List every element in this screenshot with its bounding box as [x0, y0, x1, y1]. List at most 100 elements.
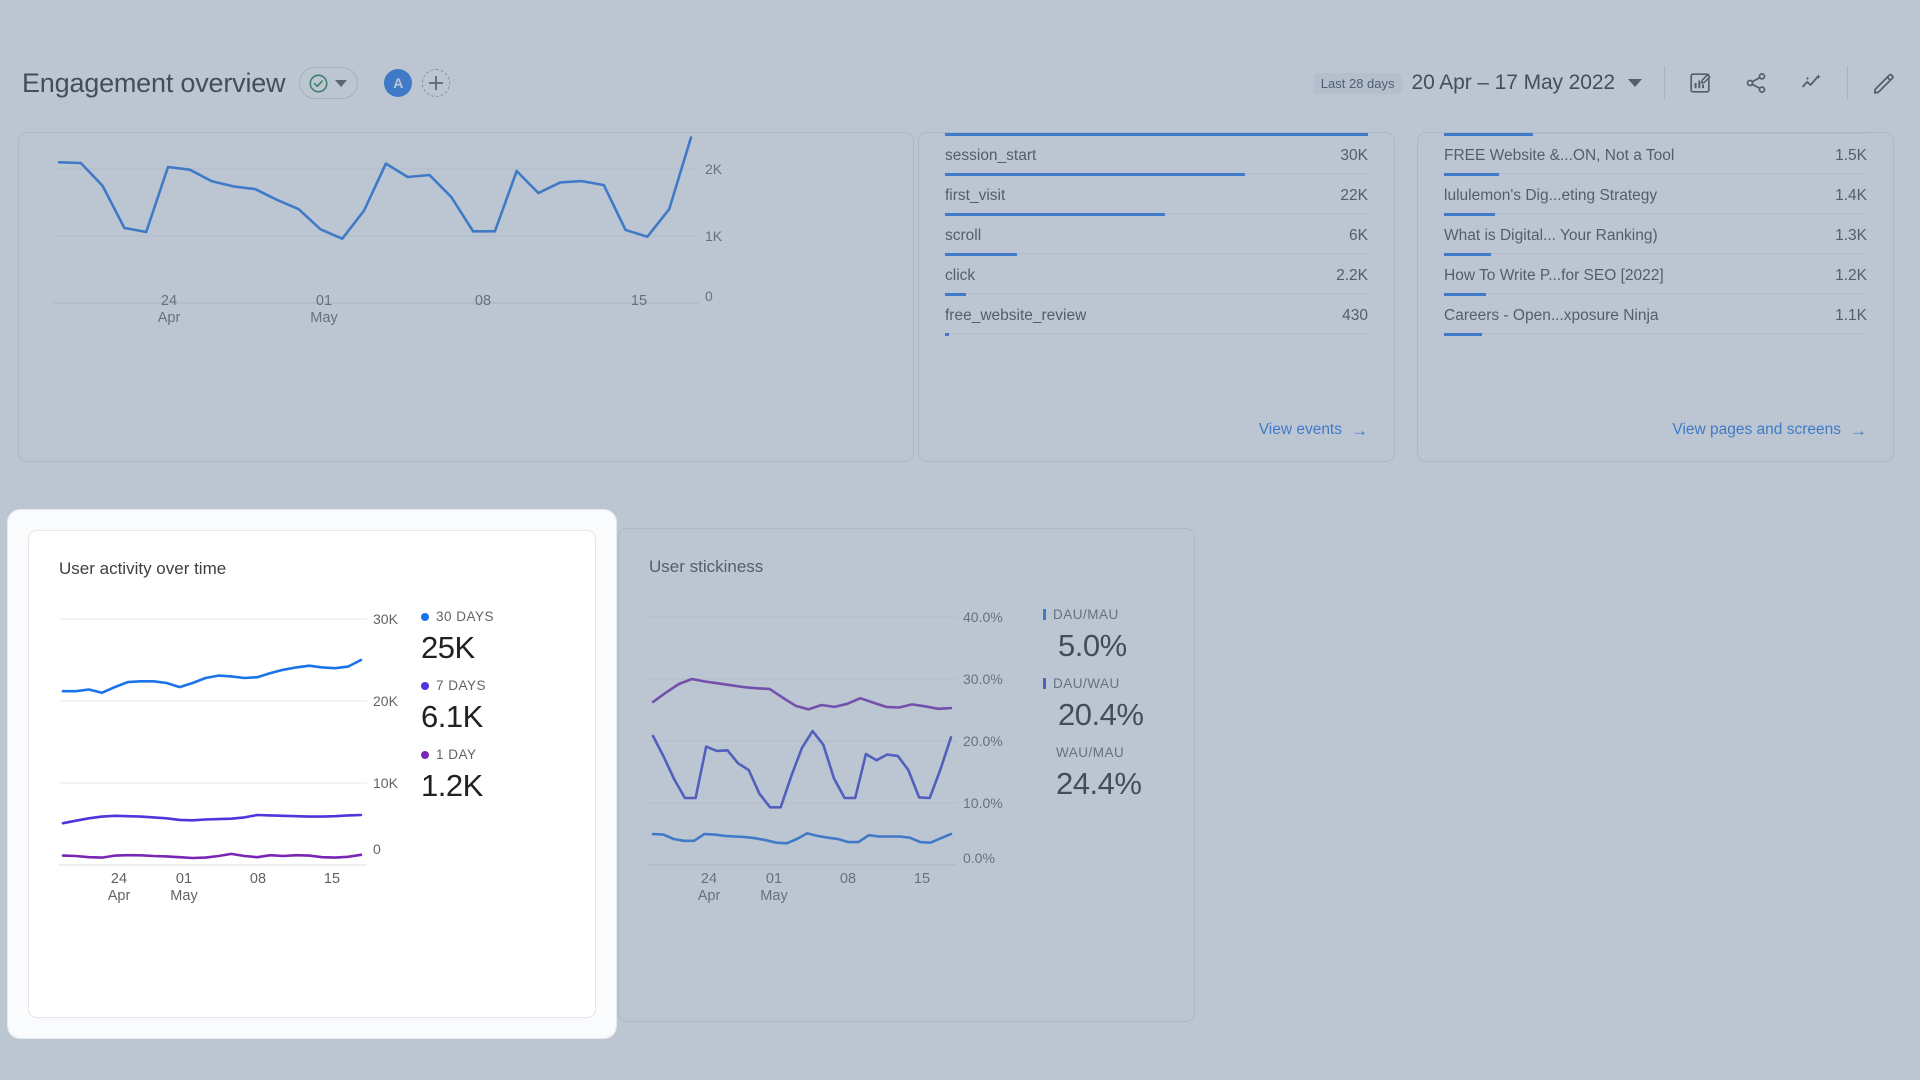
row-value: 1.4K — [1835, 187, 1867, 213]
legend-dot-icon — [421, 751, 429, 759]
row-divider — [945, 293, 1368, 294]
arrow-right-icon: → — [1351, 422, 1368, 439]
legend-label: 7 DAYS — [436, 678, 486, 693]
row-progress-bar — [945, 173, 1245, 176]
stickiness-legend-dau-mau[interactable]: DAU/MAU 5.0% — [1043, 607, 1127, 664]
card-user-activity-hover-frame: User activity over time 30K 20K 10K 0 24… — [8, 510, 616, 1038]
row-progress-bar — [945, 333, 949, 336]
card-pages-and-screens[interactable]: FREE Website &...ON, Not a Tool1.5Klulul… — [1417, 132, 1894, 462]
page-title: Engagement overview — [22, 68, 285, 99]
stickiness-ytick-0: 0.0% — [963, 850, 1023, 866]
legend-label: DAU/WAU — [1053, 676, 1120, 691]
legend-value: 20.4% — [1058, 697, 1143, 733]
row-divider — [1444, 213, 1867, 214]
activity-ytick-30k: 30K — [373, 611, 413, 627]
view-pages-link[interactable]: View pages and screens → — [1672, 421, 1867, 439]
stickiness-legend-dau-wau[interactable]: DAU/WAU 20.4% — [1043, 676, 1143, 733]
table-row[interactable]: How To Write P...for SEO [2022] 1.2K — [1444, 253, 1867, 293]
card-engagement-overview-chart[interactable]: 2K 1K 0 24Apr 01May 08 15 — [18, 132, 914, 462]
events-list: session_start30Kfirst_visit22Kscroll6Kcl… — [945, 133, 1368, 373]
view-events-label: View events — [1259, 421, 1342, 439]
arrow-right-icon: → — [1850, 422, 1867, 439]
avatar[interactable]: A — [384, 69, 412, 97]
row-value: 2.2K — [1336, 267, 1368, 293]
divider — [1847, 66, 1848, 100]
check-circle-icon — [308, 73, 329, 94]
card-user-activity[interactable]: User activity over time 30K 20K 10K 0 24… — [28, 530, 596, 1018]
table-row[interactable]: What is Digital... Your Ranking)1.3K — [1444, 213, 1867, 253]
legend-head: 7 DAYS — [421, 678, 486, 693]
row-value: 1.1K — [1835, 307, 1867, 333]
chevron-down-icon[interactable] — [335, 80, 347, 87]
row-progress-bar — [1444, 293, 1486, 296]
row-label: session_start — [945, 147, 1036, 173]
legend-value: 25K — [421, 630, 494, 666]
row-divider — [1444, 333, 1867, 334]
row-progress-bar — [1444, 133, 1533, 136]
row-divider — [1444, 253, 1867, 254]
overview-xtick-3: 15 — [609, 293, 669, 310]
view-events-link[interactable]: View events → — [1259, 421, 1368, 439]
activity-ytick-10k: 10K — [373, 775, 413, 791]
activity-ytick-0: 0 — [373, 841, 413, 857]
row-label: lululemon's Dig...eting Strategy — [1444, 187, 1657, 213]
legend-label: DAU/MAU — [1053, 607, 1119, 622]
activity-xtick-1: 01May — [154, 871, 214, 905]
insights-icon[interactable] — [1795, 66, 1829, 100]
row-value: 430 — [1342, 307, 1368, 333]
row-label: scroll — [945, 227, 981, 253]
activity-legend-7days[interactable]: 7 DAYS 6.1K — [421, 678, 486, 735]
chart-edit-icon[interactable] — [1683, 66, 1717, 100]
row-progress-bar — [945, 213, 1165, 216]
share-icon[interactable] — [1739, 66, 1773, 100]
overview-ytick-0: 0 — [705, 288, 745, 304]
activity-legend-1day[interactable]: 1 DAY 1.2K — [421, 747, 483, 804]
add-user-button[interactable] — [422, 69, 450, 97]
row-value: 1.3K — [1835, 227, 1867, 253]
legend-head: DAU/WAU — [1043, 676, 1143, 691]
data-status-chip[interactable] — [299, 67, 358, 99]
table-row[interactable]: scroll6K — [945, 213, 1368, 253]
legend-dot-icon — [421, 682, 429, 690]
pages-list: FREE Website &...ON, Not a Tool1.5Klulul… — [1444, 133, 1867, 373]
row-label: How To Write P...for SEO [2022] — [1444, 267, 1664, 293]
card-events[interactable]: session_start30Kfirst_visit22Kscroll6Kcl… — [918, 132, 1395, 462]
row-progress-bar — [1444, 333, 1482, 336]
activity-xtick-0: 24Apr — [89, 871, 149, 905]
legend-label: WAU/MAU — [1056, 745, 1124, 760]
user-activity-chart-svg — [29, 531, 597, 1019]
table-row[interactable]: Careers - Open...xposure Ninja 1.1K — [1444, 293, 1867, 333]
legend-value: 24.4% — [1056, 766, 1141, 802]
chevron-down-icon[interactable] — [1628, 79, 1642, 87]
table-row[interactable]: FREE Website &...ON, Not a Tool1.5K — [1444, 133, 1867, 173]
table-row[interactable] — [945, 333, 1368, 373]
legend-head: WAU/MAU — [1056, 745, 1141, 760]
legend-dot-icon — [421, 613, 429, 621]
table-row[interactable]: session_start30K — [945, 133, 1368, 173]
table-row[interactable]: free_website_review430 — [945, 293, 1368, 333]
table-row[interactable] — [1444, 333, 1867, 373]
stickiness-xtick-2: 08 — [818, 871, 878, 888]
divider — [1664, 66, 1665, 100]
legend-label: 1 DAY — [436, 747, 477, 762]
stickiness-xtick-3: 15 — [892, 871, 952, 888]
activity-legend-30days[interactable]: 30 DAYS 25K — [421, 609, 494, 666]
table-row[interactable]: first_visit22K — [945, 173, 1368, 213]
legend-value: 5.0% — [1058, 628, 1127, 664]
stickiness-legend-wau-mau[interactable]: WAU/MAU 24.4% — [1056, 745, 1141, 802]
view-pages-label: View pages and screens — [1672, 421, 1841, 439]
activity-xtick-3: 15 — [302, 871, 362, 888]
table-row[interactable]: click2.2K — [945, 253, 1368, 293]
card-user-stickiness[interactable]: User stickiness 40.0% 30.0% 20.0% 10.0% … — [618, 528, 1195, 1022]
dashboard-content: 2K 1K 0 24Apr 01May 08 15 session_start3… — [0, 114, 1920, 1080]
row-value: 1.2K — [1835, 267, 1867, 293]
row-progress-bar — [1444, 213, 1495, 216]
activity-ytick-20k: 20K — [373, 693, 413, 709]
table-row[interactable]: lululemon's Dig...eting Strategy 1.4K — [1444, 173, 1867, 213]
page-header: Engagement overview A Last 28 days 20 Ap… — [0, 52, 1920, 114]
avatar-initial: A — [393, 75, 403, 91]
date-range-value[interactable]: 20 Apr – 17 May 2022 — [1412, 71, 1615, 95]
row-label: Careers - Open...xposure Ninja — [1444, 307, 1659, 333]
row-progress-bar — [945, 253, 1017, 256]
pencil-edit-icon[interactable] — [1866, 66, 1900, 100]
